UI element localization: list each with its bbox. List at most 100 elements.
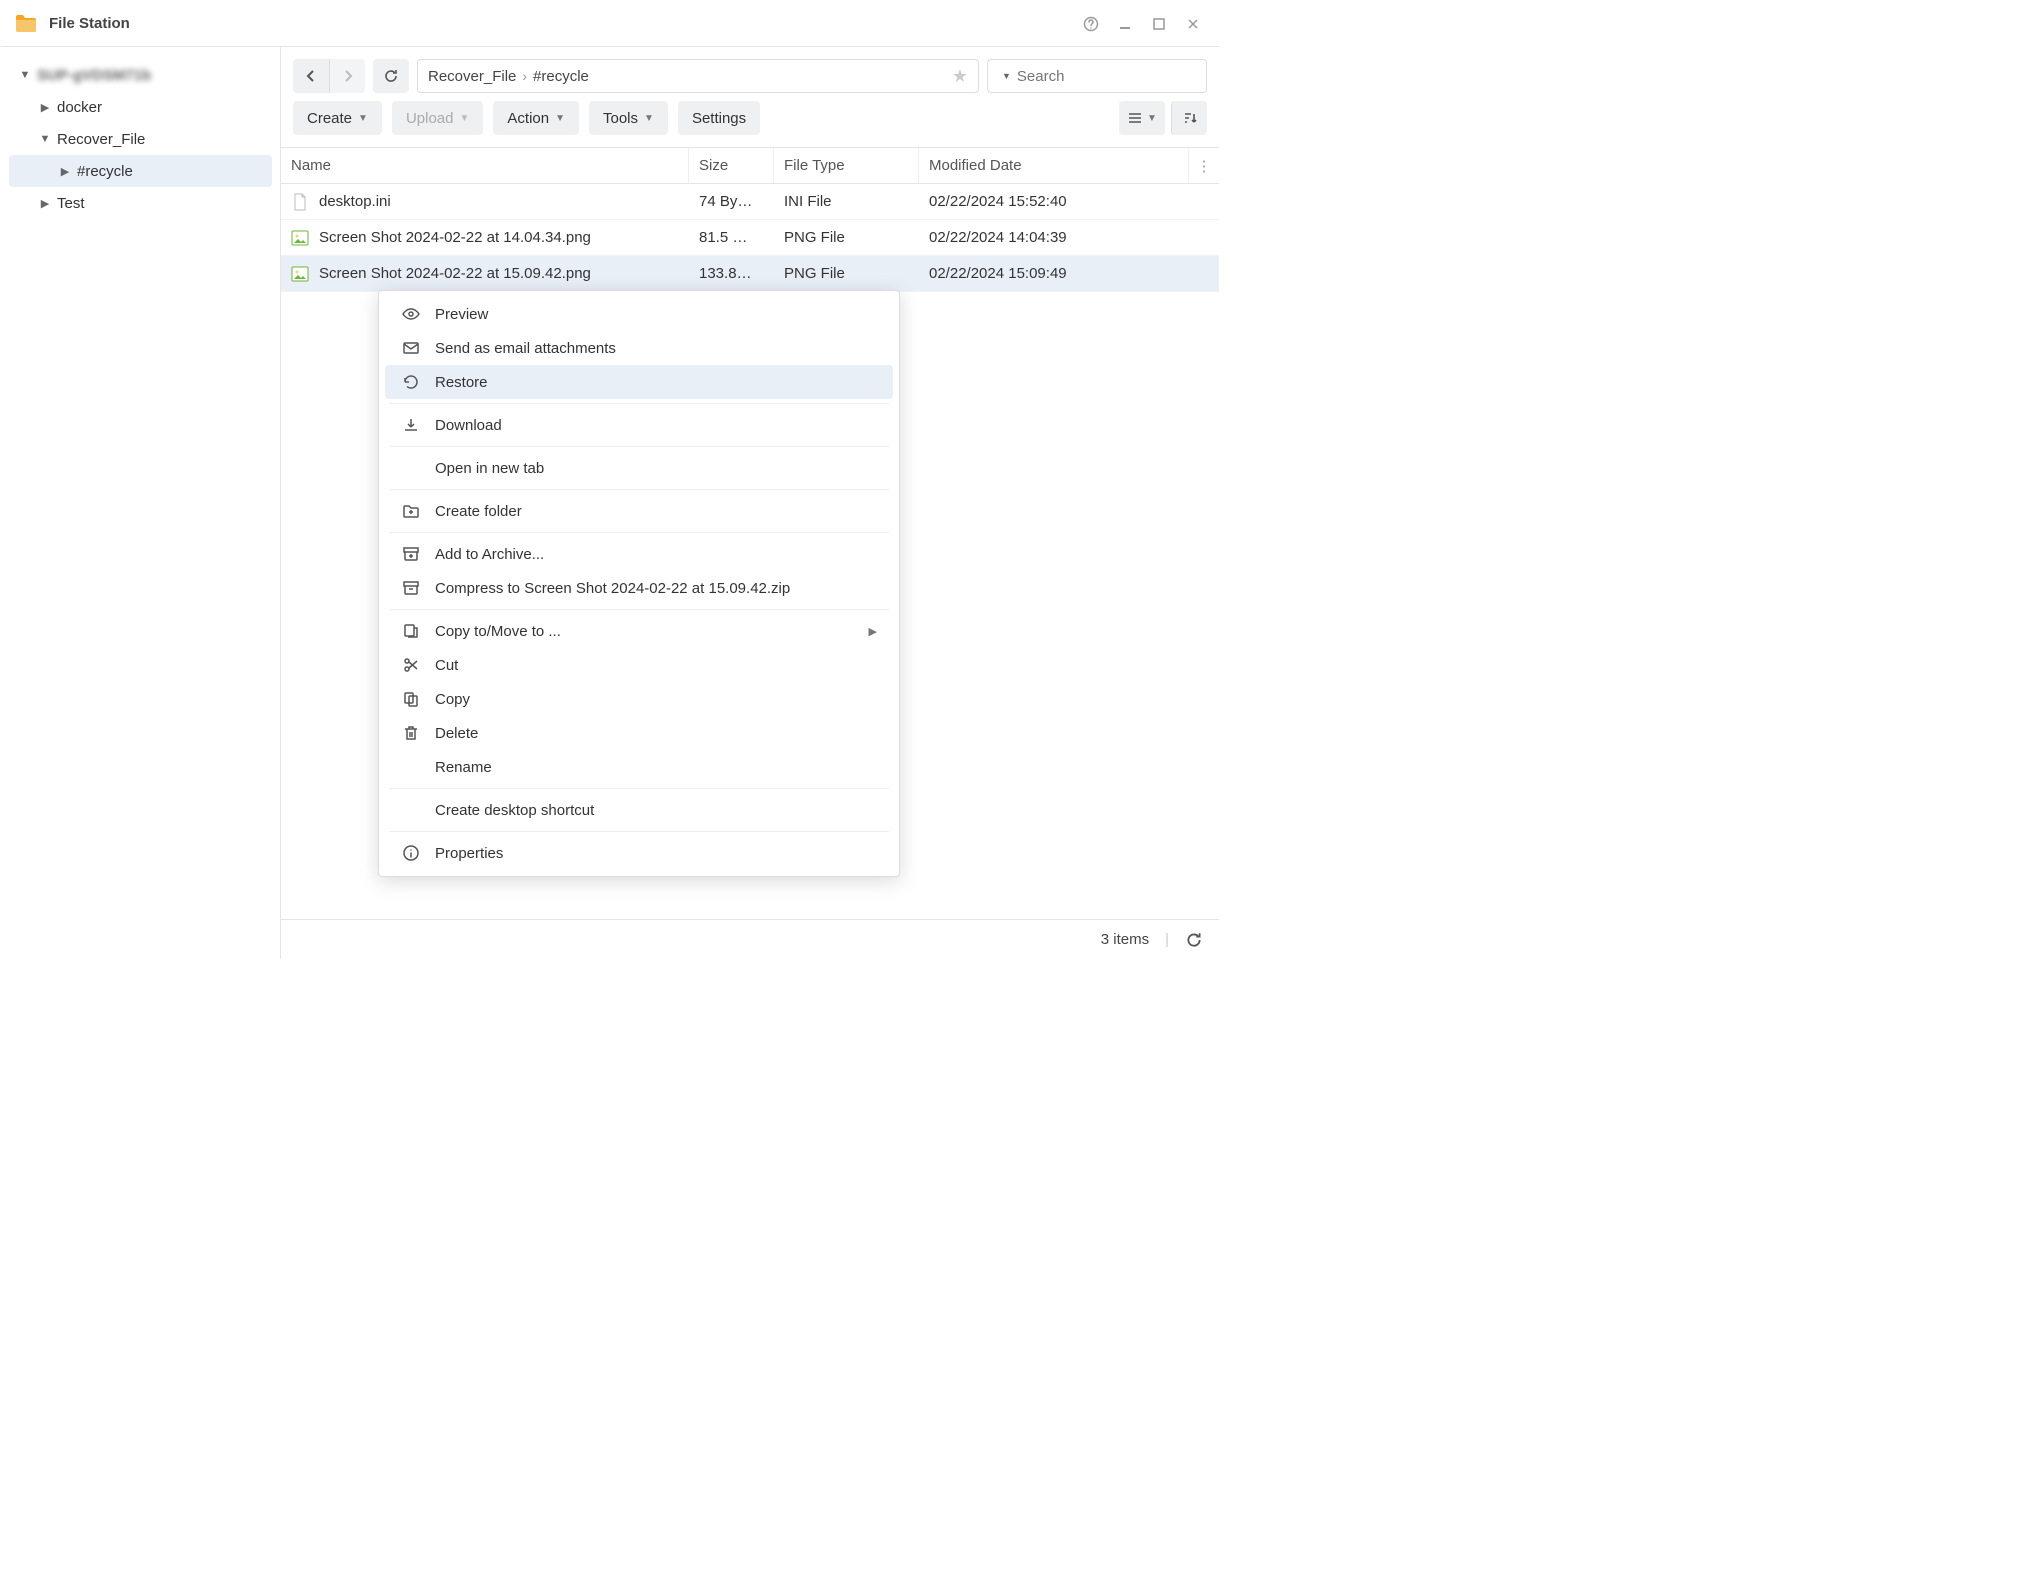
statusbar: 3 items | [281, 919, 1219, 959]
menu-rename[interactable]: Rename [385, 750, 893, 784]
tree-item-recycle[interactable]: ▶ #recycle [9, 155, 272, 187]
trash-icon [401, 724, 421, 742]
tree-root-label: SUP-gVDSM71b [37, 67, 151, 84]
chevron-right-icon: › [522, 68, 527, 84]
menu-delete[interactable]: Delete [385, 716, 893, 750]
file-date: 02/22/2024 15:52:40 [919, 193, 1189, 210]
window: File Station ▼ SUP-gVDSM71b ▶ docker ▼ R… [0, 0, 1220, 960]
menu-open-tab[interactable]: Open in new tab [385, 451, 893, 485]
chevron-right-icon: ▶ [57, 165, 73, 178]
menu-preview[interactable]: Preview [385, 297, 893, 331]
tools-button[interactable]: Tools▼ [589, 101, 668, 135]
file-icon [291, 193, 309, 211]
menu-download[interactable]: Download [385, 408, 893, 442]
scissors-icon [401, 656, 421, 674]
chevron-right-icon: ▶ [869, 625, 877, 638]
restore-icon [401, 373, 421, 391]
download-icon [401, 416, 421, 434]
minimize-button[interactable] [1111, 10, 1139, 38]
file-date: 02/22/2024 15:09:49 [919, 265, 1189, 282]
menu-cut[interactable]: Cut [385, 648, 893, 682]
image-icon [291, 265, 309, 283]
action-toolbar: Create▼ Upload▼ Action▼ Tools▼ Settings … [281, 99, 1219, 148]
refresh-button[interactable] [373, 59, 409, 93]
titlebar: File Station [1, 1, 1219, 47]
settings-button[interactable]: Settings [678, 101, 760, 135]
view-list-button[interactable]: ▼ [1119, 101, 1165, 135]
chevron-right-icon: ▶ [37, 101, 53, 114]
file-type: PNG File [774, 265, 919, 282]
menu-properties[interactable]: Properties [385, 836, 893, 870]
col-name[interactable]: Name [281, 148, 689, 183]
image-icon [291, 229, 309, 247]
status-item-count: 3 items [1101, 931, 1149, 948]
folder-plus-icon [401, 502, 421, 520]
archive-add-icon [401, 545, 421, 563]
breadcrumb-seg-0[interactable]: Recover_File [428, 68, 516, 85]
app-icon [13, 11, 39, 37]
tree-item-label: Test [57, 195, 85, 212]
table-header: Name Size File Type Modified Date ⋮ [281, 148, 1219, 184]
copy-icon [401, 690, 421, 708]
file-size: 81.5 … [689, 229, 774, 246]
tree-item-test[interactable]: ▶ Test [1, 187, 280, 219]
chevron-right-icon: ▶ [37, 197, 53, 210]
tree-item-label: Recover_File [57, 131, 145, 148]
table-row[interactable]: desktop.ini 74 By… INI File 02/22/2024 1… [281, 184, 1219, 220]
file-type: INI File [774, 193, 919, 210]
file-type: PNG File [774, 229, 919, 246]
file-size: 133.8… [689, 265, 774, 282]
menu-restore[interactable]: Restore [385, 365, 893, 399]
col-type[interactable]: File Type [774, 148, 919, 183]
breadcrumb: Recover_File › #recycle ★ [417, 59, 979, 93]
table-row[interactable]: Screen Shot 2024-02-22 at 15.09.42.png 1… [281, 256, 1219, 292]
info-icon [401, 844, 421, 862]
star-icon[interactable]: ★ [952, 66, 968, 87]
tree-item-label: #recycle [77, 163, 133, 180]
chevron-down-icon: ▼ [37, 133, 53, 145]
col-size[interactable]: Size [689, 148, 774, 183]
tree-item-docker[interactable]: ▶ docker [1, 91, 280, 123]
tree-item-label: docker [57, 99, 102, 116]
action-button[interactable]: Action▼ [493, 101, 579, 135]
file-name: Screen Shot 2024-02-22 at 14.04.34.png [319, 229, 591, 246]
menu-compress[interactable]: Compress to Screen Shot 2024-02-22 at 15… [385, 571, 893, 605]
table-row[interactable]: Screen Shot 2024-02-22 at 14.04.34.png 8… [281, 220, 1219, 256]
menu-copy[interactable]: Copy [385, 682, 893, 716]
sort-button[interactable] [1171, 101, 1207, 135]
chevron-down-icon: ▼ [1002, 71, 1011, 81]
context-menu: Preview Send as email attachments Restor… [378, 290, 900, 877]
eye-icon [401, 305, 421, 323]
create-button[interactable]: Create▼ [293, 101, 382, 135]
menu-add-archive[interactable]: Add to Archive... [385, 537, 893, 571]
menu-shortcut[interactable]: Create desktop shortcut [385, 793, 893, 827]
col-menu-button[interactable]: ⋮ [1189, 148, 1219, 183]
chevron-down-icon: ▼ [17, 69, 33, 81]
nav-back-button[interactable] [293, 59, 329, 93]
search-bar[interactable]: ▼ [987, 59, 1207, 93]
sidebar: ▼ SUP-gVDSM71b ▶ docker ▼ Recover_File ▶… [1, 47, 281, 959]
help-button[interactable] [1077, 10, 1105, 38]
tree-root[interactable]: ▼ SUP-gVDSM71b [1, 59, 280, 91]
mail-icon [401, 339, 421, 357]
search-input[interactable] [1017, 68, 1216, 85]
window-title: File Station [49, 15, 130, 32]
menu-copy-move[interactable]: Copy to/Move to ... ▶ [385, 614, 893, 648]
nav-forward-button[interactable] [329, 59, 365, 93]
menu-create-folder[interactable]: Create folder [385, 494, 893, 528]
file-size: 74 By… [689, 193, 774, 210]
menu-send-email[interactable]: Send as email attachments [385, 331, 893, 365]
maximize-button[interactable] [1145, 10, 1173, 38]
refresh-icon[interactable] [1185, 931, 1203, 949]
file-name: Screen Shot 2024-02-22 at 15.09.42.png [319, 265, 591, 282]
archive-icon [401, 579, 421, 597]
file-date: 02/22/2024 14:04:39 [919, 229, 1189, 246]
copy-move-icon [401, 622, 421, 640]
file-name: desktop.ini [319, 193, 391, 210]
tree-item-recover-file[interactable]: ▼ Recover_File [1, 123, 280, 155]
col-date[interactable]: Modified Date [919, 148, 1189, 183]
upload-button[interactable]: Upload▼ [392, 101, 483, 135]
nav-toolbar: Recover_File › #recycle ★ ▼ [281, 47, 1219, 99]
breadcrumb-seg-1[interactable]: #recycle [533, 68, 589, 85]
close-button[interactable] [1179, 10, 1207, 38]
